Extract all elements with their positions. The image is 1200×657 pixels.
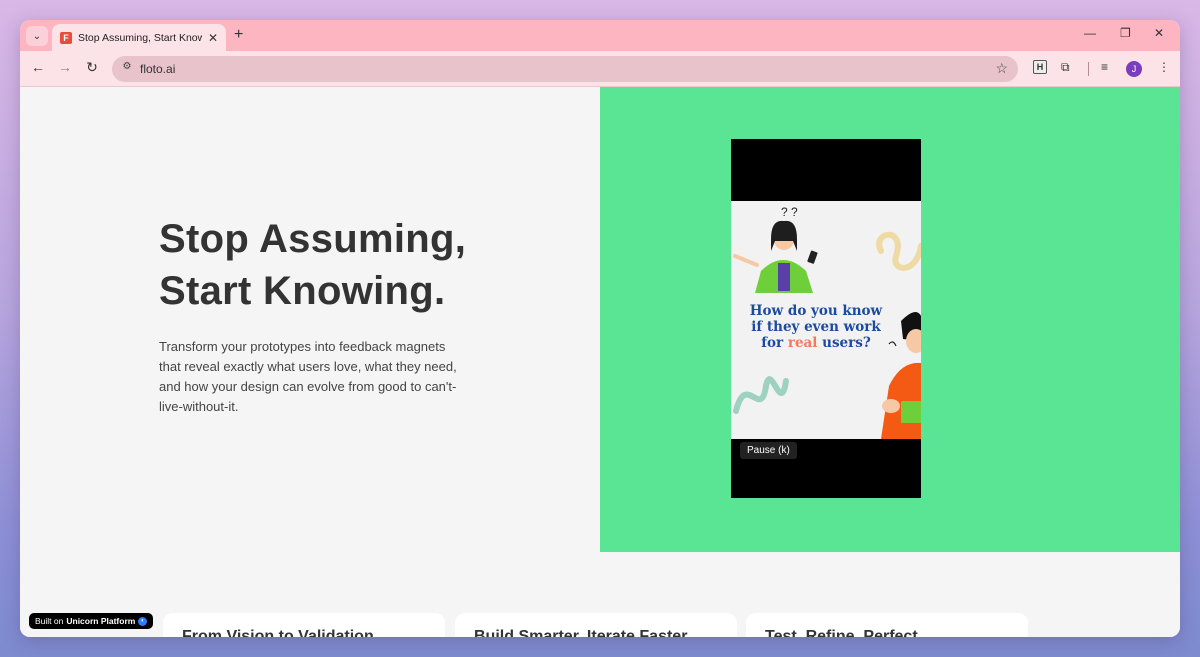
video-caption-prefix: for bbox=[761, 335, 788, 351]
feature-card: From Vision to Validation bbox=[163, 613, 445, 637]
tab-search-button[interactable]: ⌄ bbox=[26, 26, 48, 46]
extensions-icon[interactable]: ⧉ bbox=[1061, 60, 1070, 75]
reload-button[interactable]: ↻ bbox=[82, 59, 102, 76]
built-on-badge[interactable]: Built on Unicorn Platform ◐ bbox=[29, 613, 154, 629]
profile-button[interactable]: J bbox=[1126, 61, 1142, 77]
url-text[interactable]: floto.ai bbox=[140, 62, 175, 76]
close-window-button[interactable]: ✕ bbox=[1154, 26, 1164, 40]
video-caption-line1: How do you know bbox=[749, 303, 883, 319]
back-button[interactable]: ← bbox=[28, 59, 48, 75]
video-caption-accent: real bbox=[787, 335, 818, 351]
page-content: Stop Assuming, Start Knowing. Transform … bbox=[20, 87, 1180, 637]
bookmark-star-icon[interactable]: ☆ bbox=[995, 60, 1008, 77]
video-caption: How do you know if they even work for re… bbox=[731, 303, 901, 351]
tab-active[interactable]: F Stop Assuming, Start Knowing. ✕ bbox=[52, 24, 226, 51]
avatar: J bbox=[1126, 61, 1142, 77]
extension-h-button[interactable]: H bbox=[1033, 60, 1047, 74]
new-tab-button[interactable]: + bbox=[234, 26, 243, 44]
hero-title-line1: Stop Assuming, bbox=[159, 217, 467, 261]
hero-title-line2: Start Knowing. bbox=[159, 269, 446, 313]
feature-card-title: Test, Refine, Perfect bbox=[765, 628, 918, 637]
tab-bar: ⌄ F Stop Assuming, Start Knowing. ✕ + — … bbox=[20, 20, 1180, 51]
video-frame: ? ? How do you know if they even work fo… bbox=[731, 201, 921, 439]
tab-title: Stop Assuming, Start Knowing. bbox=[78, 31, 202, 44]
browser-window: ⌄ F Stop Assuming, Start Knowing. ✕ + — … bbox=[20, 20, 1180, 637]
browser-toolbar: ← → ↻ ⚙ floto.ai ☆ H ⧉ ≡ J ⋮ bbox=[20, 51, 1180, 87]
minimize-button[interactable]: — bbox=[1084, 26, 1096, 40]
video-caption-suffix: users? bbox=[817, 335, 871, 351]
question-marks: ? ? bbox=[781, 205, 798, 219]
tab-close-icon[interactable]: ✕ bbox=[208, 31, 218, 45]
forward-button[interactable]: → bbox=[55, 59, 75, 75]
feature-card: Build Smarter, Iterate Faster bbox=[455, 613, 737, 637]
feature-card: Test, Refine, Perfect bbox=[746, 613, 1028, 637]
favicon-icon: F bbox=[60, 31, 72, 44]
video-player[interactable]: ? ? How do you know if they even work fo… bbox=[731, 139, 921, 498]
menu-kebab-icon[interactable]: ⋮ bbox=[1158, 60, 1170, 74]
chevron-down-icon: ⌄ bbox=[32, 30, 42, 42]
toolbar-divider bbox=[1088, 62, 1089, 76]
extension-h-icon: H bbox=[1033, 60, 1047, 74]
address-bar[interactable]: ⚙ floto.ai ☆ bbox=[112, 56, 1018, 82]
unicorn-logo-icon: ◐ bbox=[138, 616, 148, 626]
badge-prefix: Built on bbox=[35, 616, 64, 626]
video-caption-line3: for real users? bbox=[731, 335, 901, 351]
feature-card-title: From Vision to Validation bbox=[182, 628, 374, 637]
hero-description: Transform your prototypes into feedback … bbox=[159, 339, 457, 414]
site-settings-icon[interactable]: ⚙ bbox=[120, 61, 134, 75]
media-control-icon[interactable]: ≡ bbox=[1101, 60, 1108, 74]
feature-card-title: Build Smarter, Iterate Faster bbox=[474, 628, 688, 637]
video-caption-line2: if they even work bbox=[751, 319, 881, 335]
restore-button[interactable]: ❐ bbox=[1120, 26, 1131, 40]
pause-tooltip: Pause (k) bbox=[740, 442, 797, 459]
badge-brand: Unicorn Platform bbox=[66, 616, 136, 626]
page-title: Stop Assuming, Start Knowing. bbox=[159, 213, 466, 317]
